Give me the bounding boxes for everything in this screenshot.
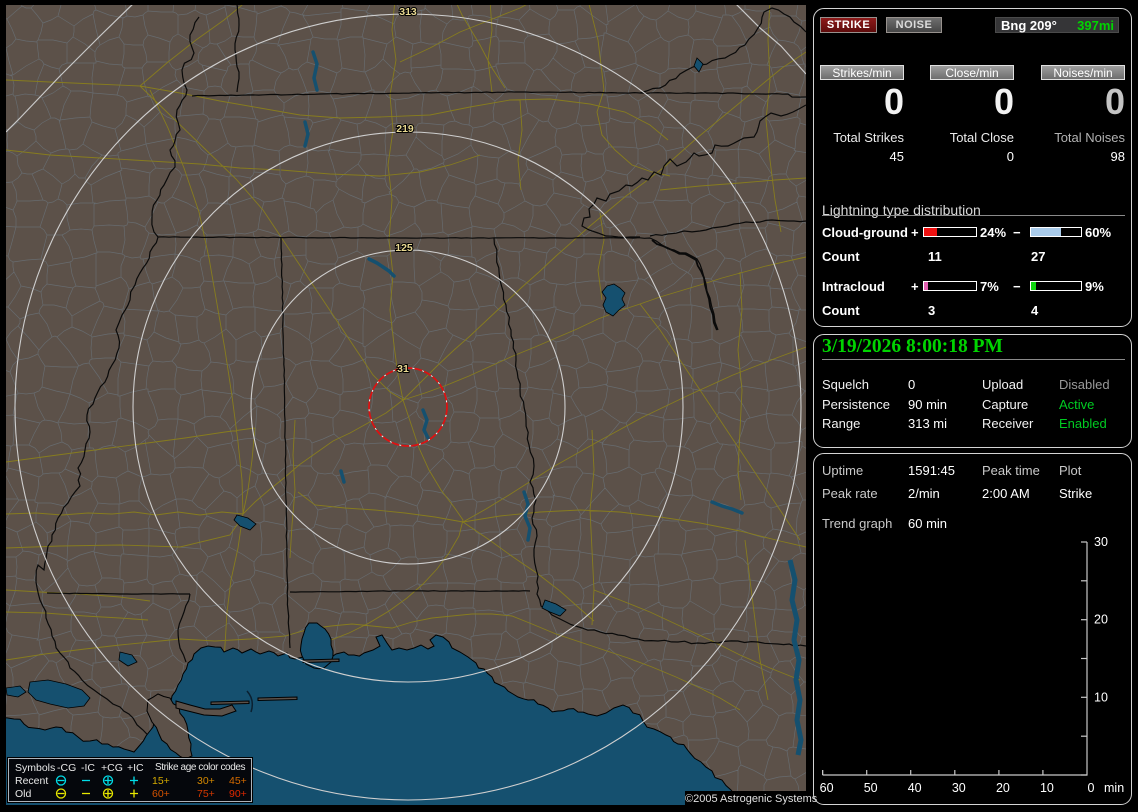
svg-text:31: 31	[397, 363, 409, 375]
svg-text:30: 30	[1094, 535, 1108, 549]
svg-text:40: 40	[908, 781, 922, 795]
svg-text:20: 20	[1094, 613, 1108, 627]
svg-text:20: 20	[996, 781, 1010, 795]
svg-text:313: 313	[399, 6, 417, 18]
svg-text:10: 10	[1040, 781, 1054, 795]
svg-text:219: 219	[396, 123, 414, 135]
svg-text:min: min	[1104, 781, 1124, 795]
svg-text:10: 10	[1094, 690, 1108, 704]
svg-text:60: 60	[820, 781, 834, 795]
svg-text:30: 30	[952, 781, 966, 795]
svg-text:0: 0	[1088, 781, 1095, 795]
svg-text:125: 125	[395, 242, 413, 254]
svg-text:50: 50	[864, 781, 878, 795]
